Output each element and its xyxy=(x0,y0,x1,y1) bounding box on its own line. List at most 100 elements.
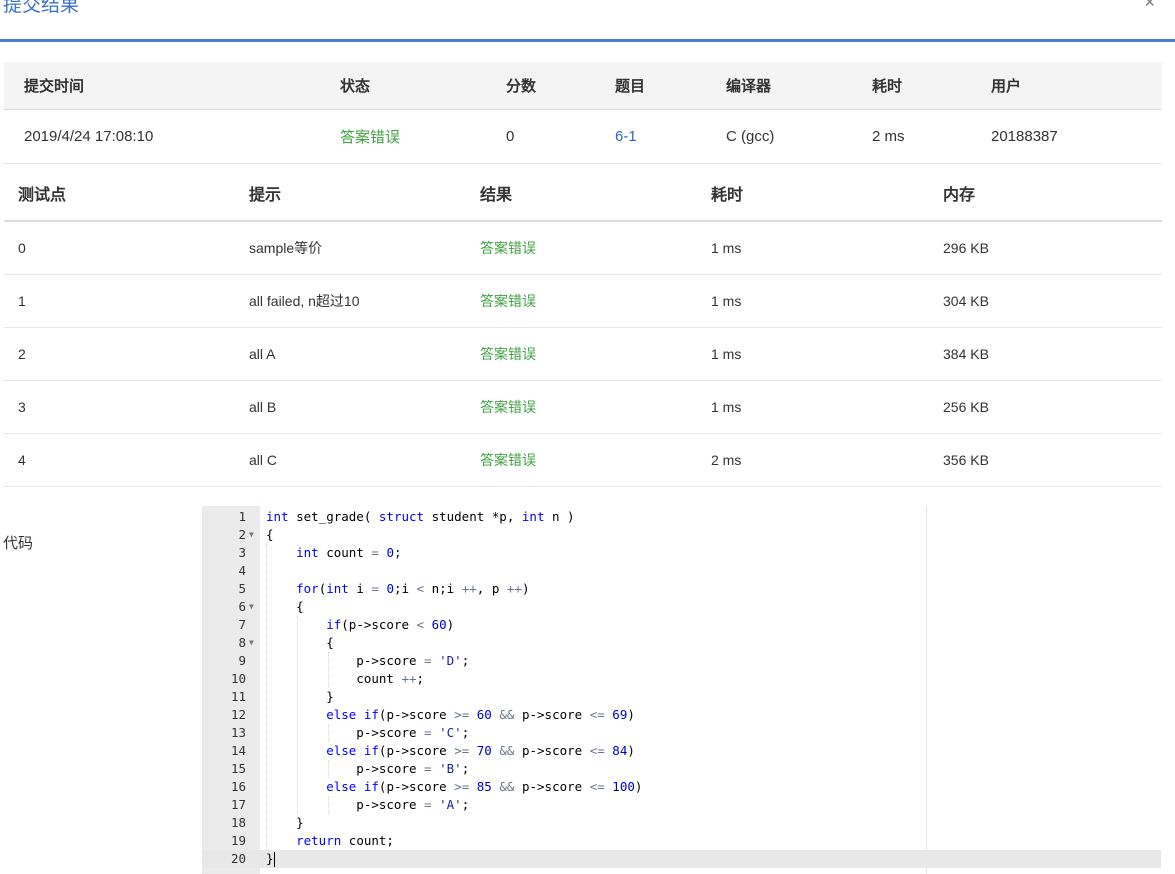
line-number: 2 xyxy=(238,527,246,542)
line-number: 3 xyxy=(238,545,246,560)
table-row: 0 sample等价 答案错误 1 ms 296 KB xyxy=(4,222,1162,275)
test-time: 1 ms xyxy=(711,240,742,256)
code-line: 19 return count; xyxy=(202,832,1161,850)
code-text: } xyxy=(266,815,304,830)
indent-guide xyxy=(266,544,267,850)
header-memory: 内存 xyxy=(943,187,976,204)
table-row: 3 all B 答案错误 1 ms 256 KB xyxy=(4,381,1162,434)
code-text: { xyxy=(266,527,274,542)
test-memory: 356 KB xyxy=(943,452,989,468)
submission-table-header: 提交时间 状态 分数 题目 编译器 耗时 用户 xyxy=(4,62,1162,110)
line-number: 10 xyxy=(230,671,246,686)
test-time: 1 ms xyxy=(711,346,742,362)
code-line: 2 ▼ { xyxy=(202,526,1161,544)
code-line: 17 p->score = 'A'; xyxy=(202,796,1161,814)
line-number: 14 xyxy=(230,743,246,758)
header-hint: 提示 xyxy=(249,187,282,204)
header-time: 耗时 xyxy=(711,187,744,204)
test-memory: 384 KB xyxy=(943,346,989,362)
code-line: 6 ▼ { xyxy=(202,598,1161,616)
code-text: int count = 0; xyxy=(296,545,402,560)
code-line: 11 } xyxy=(202,688,1161,706)
code-label: 代码 xyxy=(3,535,34,552)
test-case-table: 测试点 提示 结果 耗时 内存 0 sample等价 答案错误 1 ms 296 KB 1… xyxy=(4,166,1162,487)
code-text: if(p->score < 60) xyxy=(326,617,455,632)
problem-link[interactable]: 6-1 xyxy=(615,110,637,163)
status-badge: 答案错误 xyxy=(340,129,401,146)
header-score: 分数 xyxy=(506,78,537,95)
duration-value: 2 ms xyxy=(872,128,905,145)
code-text: for(int i = 0;i < n;i ++, p ++) xyxy=(296,581,530,596)
test-id: 4 xyxy=(18,452,26,468)
line-number: 12 xyxy=(230,707,246,722)
code-text: } xyxy=(266,851,275,867)
test-id: 0 xyxy=(18,240,26,256)
test-hint: sample等价 xyxy=(249,240,323,256)
test-hint: all A xyxy=(249,346,276,362)
line-number: 1 xyxy=(238,509,246,524)
indent-guide xyxy=(328,724,329,742)
table-row: 4 all C 答案错误 2 ms 356 KB xyxy=(4,434,1162,487)
code-text: else if(p->score >= 70 && p->score <= 84… xyxy=(326,743,635,758)
table-row: 1 all failed, n超过10 答案错误 1 ms 304 KB xyxy=(4,275,1162,328)
test-result: 答案错误 xyxy=(480,346,536,362)
test-rows: 0 sample等价 答案错误 1 ms 296 KB 1 all failed, n超过1… xyxy=(4,222,1162,487)
test-hint: all failed, n超过10 xyxy=(249,293,360,309)
code-line: 13 p->score = 'C'; xyxy=(202,724,1161,742)
test-table-header: 测试点 提示 结果 耗时 内存 xyxy=(4,166,1162,222)
header-test-id: 测试点 xyxy=(18,187,67,204)
code-line: 14 else if(p->score >= 70 && p->score <=… xyxy=(202,742,1161,760)
code-line: 18 } xyxy=(202,814,1161,832)
line-number: 17 xyxy=(230,797,246,812)
code-editor[interactable]: 1 int set_grade( struct student *p, int n… xyxy=(202,506,1161,874)
test-result: 答案错误 xyxy=(480,293,536,309)
test-id: 2 xyxy=(18,346,26,362)
line-number: 13 xyxy=(230,725,246,740)
header-duration: 耗时 xyxy=(872,78,903,95)
code-text: count ++; xyxy=(266,671,425,686)
test-memory: 296 KB xyxy=(943,240,989,256)
code-line: 7 if(p->score < 60) xyxy=(202,616,1161,634)
code-text: return count; xyxy=(296,833,394,848)
test-result: 答案错误 xyxy=(480,399,536,415)
line-number: 18 xyxy=(230,815,246,830)
close-icon[interactable]: × xyxy=(1144,0,1155,13)
line-number: 11 xyxy=(230,689,246,704)
header-status: 状态 xyxy=(340,78,371,95)
line-number: 8 xyxy=(238,635,246,650)
test-result: 答案错误 xyxy=(480,240,536,256)
code-text: { xyxy=(266,635,334,650)
test-time: 2 ms xyxy=(711,452,742,468)
test-hint: all C xyxy=(249,452,278,468)
indent-guide xyxy=(328,652,329,688)
line-number: 20 xyxy=(230,851,246,866)
indent-guide xyxy=(328,796,329,814)
code-line: 20} xyxy=(202,850,1161,868)
line-number: 19 xyxy=(230,833,246,848)
code-line: 15 p->score = 'B'; xyxy=(202,760,1161,778)
header-compiler: 编译器 xyxy=(726,78,772,95)
fold-arrow-icon[interactable]: ▼ xyxy=(249,598,259,616)
test-hint: all B xyxy=(249,399,277,415)
code-line: 8 ▼ { xyxy=(202,634,1161,652)
indent-guide xyxy=(328,760,329,778)
indent-guide xyxy=(297,616,298,814)
code-line: 10 count ++; xyxy=(202,670,1161,688)
fold-arrow-icon[interactable]: ▼ xyxy=(249,634,259,652)
line-number: 6 xyxy=(238,599,246,614)
code-line: 9 p->score = 'D'; xyxy=(202,652,1161,670)
code-line: 1 int set_grade( struct student *p, int n… xyxy=(202,508,1161,526)
line-number: 16 xyxy=(230,779,246,794)
submit-time: 2019/4/24 17:08:10 xyxy=(24,128,154,145)
test-id: 3 xyxy=(18,399,26,415)
fold-arrow-icon[interactable]: ▼ xyxy=(249,526,259,544)
dialog-title: 提交结果 xyxy=(3,0,80,16)
test-memory: 256 KB xyxy=(943,399,989,415)
user-value: 20188387 xyxy=(991,128,1058,145)
code-text: } xyxy=(266,689,334,704)
table-row: 2 all A 答案错误 1 ms 384 KB xyxy=(4,328,1162,381)
code-text: else if(p->score >= 85 && p->score <= 10… xyxy=(326,779,643,794)
line-number: 15 xyxy=(230,761,246,776)
test-result: 答案错误 xyxy=(480,452,536,468)
line-number: 9 xyxy=(238,653,246,668)
